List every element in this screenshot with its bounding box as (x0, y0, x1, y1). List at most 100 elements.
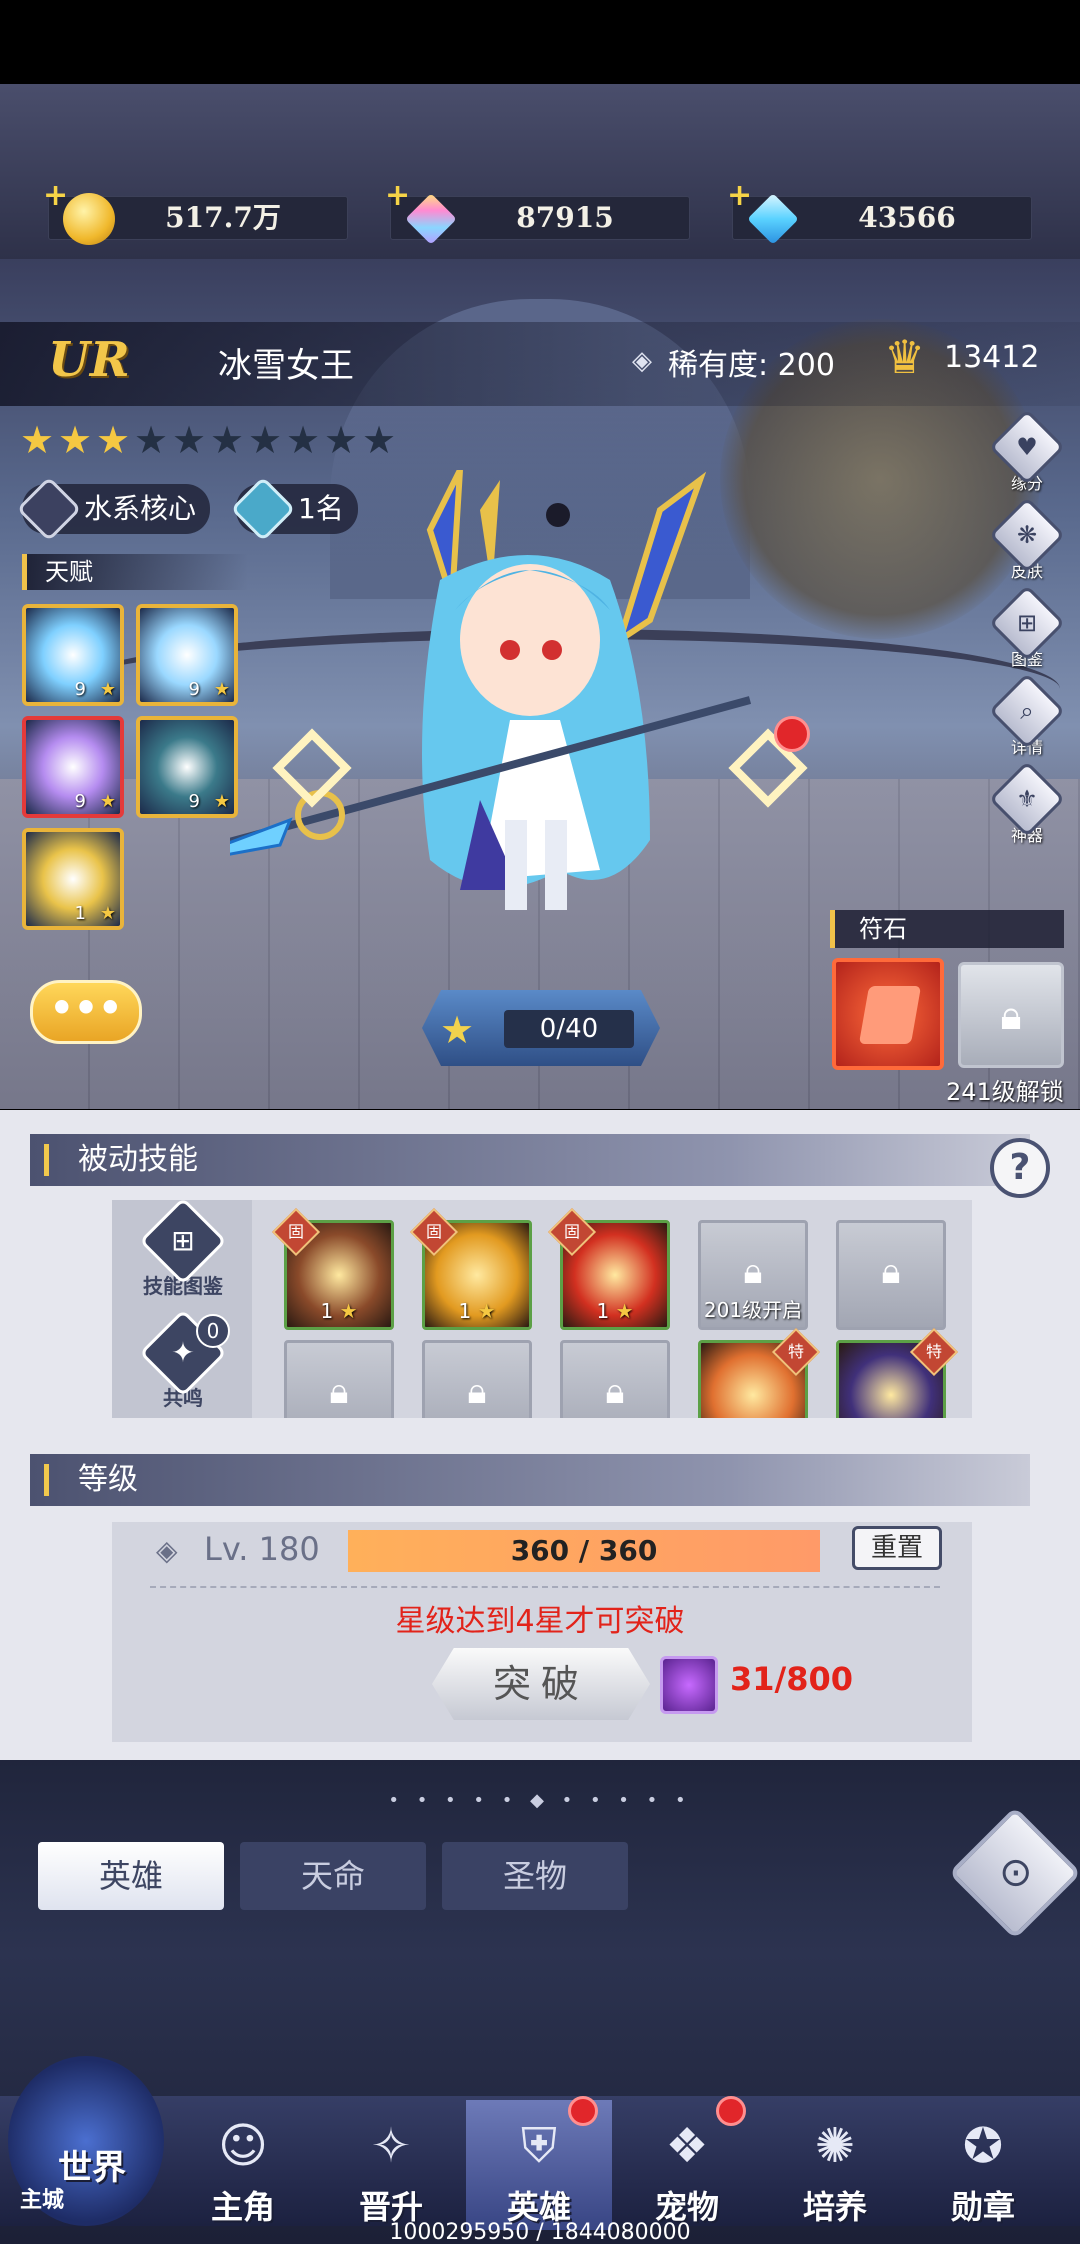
star-exp-value: 0/40 (504, 1010, 634, 1048)
star-icon: ★ (333, 1299, 358, 1323)
talent-level: 9 (188, 791, 200, 812)
gold-coin-icon (63, 193, 115, 245)
star-rating: ★ ★ ★ ★ ★ ★ ★ ★ ★ ★ (18, 418, 398, 466)
talent-slot[interactable]: 9 ★ (22, 604, 124, 706)
notification-dot (568, 2096, 598, 2126)
skill-level: 1 ★ (320, 1299, 358, 1323)
talent-level: 9 (74, 791, 86, 812)
lock-icon: 🔒︎ (467, 1371, 487, 1412)
role-tag[interactable]: 水系核心 (16, 476, 211, 542)
rarity-icon: ◈ (632, 346, 652, 376)
talent-level: 1 (74, 903, 86, 924)
role-tag-label: 水系核心 (84, 492, 197, 525)
lock-icon: 🔒︎ (605, 1371, 625, 1412)
rune-stone-icon (858, 986, 922, 1044)
talent-slot[interactable]: 1 ★ (22, 828, 124, 930)
star-icon: ★ (471, 1299, 496, 1323)
skill-slot[interactable]: 固1 ★ (547, 1207, 670, 1330)
tab-0[interactable]: 英雄 (38, 1842, 224, 1910)
diamond-currency[interactable]: + 43566 (727, 181, 1032, 245)
nav-item-5[interactable]: ✪ 勋章 (910, 2100, 1056, 2230)
hero-helmet-icon: ⛨ (520, 2118, 557, 2174)
side-button-0[interactable]: ♥ 缘分 (988, 408, 1066, 494)
reset-button[interactable]: 重置 (852, 1526, 942, 1570)
notification-dot (774, 716, 810, 752)
lock-icon: 🔒︎ (743, 1251, 763, 1292)
gold-currency[interactable]: + 517.7万 (43, 181, 348, 245)
talent-header: 天赋 (22, 554, 248, 590)
eye-swirl-icon: ⊙ (998, 1849, 1033, 1896)
star-icon: ★ (57, 418, 93, 462)
rarity-text: 稀有度: 200 (668, 348, 835, 383)
rune-unlock-note: 241级解锁 (946, 1078, 1064, 1106)
side-button-3[interactable]: ⌕ 详情 (988, 672, 1066, 758)
skill-codex-button[interactable]: ⊞ 技能图鉴 (138, 1197, 228, 1300)
talent-slot[interactable]: 9 ★ (136, 716, 238, 818)
blue-diamond-icon (747, 193, 799, 245)
star-icon: ★ (99, 903, 116, 924)
star-icon: ★ (99, 679, 116, 700)
crown-icon: ♛ (884, 330, 926, 384)
chat-bubble-icon[interactable]: ••• (30, 980, 142, 1044)
ornament-divider: • • • • • ◆ • • • • • (388, 1790, 692, 1811)
rune-slot-1[interactable] (832, 958, 944, 1070)
star-icon: ★ (209, 418, 245, 462)
breakthrough-requirement: 星级达到4星才可突破 (395, 1604, 685, 1639)
resonance-count-badge: 0 (196, 1314, 230, 1348)
side-button-1[interactable]: ❋ 皮肤 (988, 496, 1066, 582)
lock-icon: 🔒︎ (329, 1371, 349, 1412)
star-icon: ★ (323, 418, 359, 462)
locked-skill-slot[interactable]: 🔒︎ (836, 1220, 946, 1330)
crystal-orb-icon (660, 1656, 718, 1714)
tab-2[interactable]: 圣物 (442, 1842, 628, 1910)
help-icon[interactable]: ? (990, 1138, 1050, 1198)
gem-currency[interactable]: + 87915 (385, 181, 690, 245)
locked-skill-slot[interactable]: 🔒︎ 201级开启 (698, 1220, 808, 1330)
star-icon: ★ (609, 1299, 634, 1323)
skill-slot[interactable]: 固1 ★ (271, 1207, 394, 1330)
talent-level: 9 (188, 679, 200, 700)
cultivate-icon: ✺ (814, 2118, 856, 2174)
power-value: 13412 (944, 340, 1040, 375)
star-icon: ★ (171, 418, 207, 462)
status-bar-area (0, 0, 1080, 84)
city-label[interactable]: 主城 (20, 2182, 64, 2214)
hero-character-art[interactable] (230, 470, 790, 940)
talent-slot[interactable]: 9 ★ (136, 604, 238, 706)
bottom-progress-text: 1000295950 / 1844080000 (389, 2220, 691, 2244)
talent-level: 9 (74, 679, 86, 700)
hero-name: 冰雪女王 (218, 346, 354, 386)
notification-dot (716, 2096, 746, 2126)
level-header: 等级 (30, 1454, 1030, 1506)
plus-icon[interactable]: + (727, 181, 752, 211)
plus-icon[interactable]: + (43, 181, 68, 211)
side-button-4[interactable]: ⚜ 神器 (988, 760, 1066, 846)
skill-grid-clip (112, 1418, 972, 1454)
talent-slot[interactable]: 9 ★ (22, 716, 124, 818)
level-progress-text: 360 / 360 (510, 1534, 658, 1567)
star-icon: ★ (285, 418, 321, 462)
level-label: Lv. 180 (204, 1530, 320, 1568)
lock-icon: 🔒︎ (1000, 993, 1022, 1039)
rune-header: 符石 (830, 910, 1064, 948)
breakthrough-button[interactable]: 突破 (432, 1648, 650, 1720)
level-diamond-icon: ◈ (156, 1534, 178, 1567)
world-label: 世界 (58, 2148, 126, 2188)
skill-level: 1 ★ (596, 1299, 634, 1323)
nav-item-4[interactable]: ✺ 培养 (762, 2100, 908, 2230)
tab-1[interactable]: 天命 (240, 1842, 426, 1910)
star-icon: ★ (19, 418, 55, 462)
nav-item-0[interactable]: ☺ 主角 (170, 2100, 316, 2230)
protagonist-icon: ☺ (217, 2118, 269, 2174)
star-icon: ★ (99, 791, 116, 812)
nav-item-1[interactable]: ✧ 晋升 (318, 2100, 464, 2230)
plus-icon[interactable]: + (385, 181, 410, 211)
gold-amount: 517.7万 (165, 201, 281, 234)
side-button-2[interactable]: ⊞ 图鉴 (988, 584, 1066, 670)
star-icon: ★ (213, 679, 230, 700)
medal-icon: ✪ (962, 2118, 1004, 2174)
lock-icon: 🔒︎ (881, 1251, 901, 1292)
skill-slot[interactable]: 固1 ★ (409, 1207, 532, 1330)
rune-slot-2-locked[interactable]: 🔒︎ (958, 962, 1064, 1068)
gem-amount: 87915 (516, 201, 614, 234)
